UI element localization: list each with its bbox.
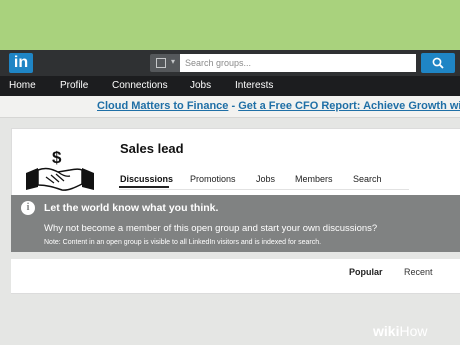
search-button[interactable] bbox=[421, 53, 455, 73]
watermark-how: How bbox=[399, 323, 428, 339]
logo-text: in bbox=[9, 53, 33, 73]
info-icon: i bbox=[21, 201, 35, 215]
groups-icon bbox=[156, 58, 166, 68]
notice-note: Note: Content in an open group is visibl… bbox=[44, 239, 322, 246]
tab-jobs[interactable]: Jobs bbox=[256, 174, 275, 184]
group-name: Sales lead bbox=[120, 141, 184, 156]
handshake-dollar-icon: $ bbox=[26, 148, 94, 191]
tab-promotions[interactable]: Promotions bbox=[190, 174, 236, 184]
ad-offer-link[interactable]: Get a Free CFO Report: Achieve Growth wi… bbox=[238, 100, 460, 112]
sort-recent[interactable]: Recent bbox=[404, 267, 433, 277]
sort-popular[interactable]: Popular bbox=[349, 267, 383, 277]
watermark-wiki: wiki bbox=[373, 323, 400, 339]
top-search-bar: in ▾ bbox=[0, 50, 460, 76]
ad-separator: - bbox=[228, 100, 239, 112]
nav-item-profile[interactable]: Profile bbox=[60, 80, 88, 91]
tab-members[interactable]: Members bbox=[295, 174, 333, 184]
tabs-divider bbox=[119, 189, 409, 190]
active-tab-indicator bbox=[119, 186, 169, 188]
nav-item-home[interactable]: Home bbox=[9, 80, 36, 91]
linkedin-logo[interactable]: in bbox=[9, 53, 33, 73]
chevron-down-icon: ▾ bbox=[171, 57, 176, 66]
ad-text: Cloud Matters to Finance - Get a Free CF… bbox=[97, 100, 460, 112]
search-icon bbox=[432, 57, 444, 69]
notice-message: Why not become a member of this open gro… bbox=[44, 223, 378, 234]
ad-banner: Cloud Matters to Finance - Get a Free CF… bbox=[0, 96, 460, 118]
nav-item-interests[interactable]: Interests bbox=[235, 80, 273, 91]
wikihow-watermark: wikiHow bbox=[373, 323, 427, 339]
svg-text:$: $ bbox=[52, 148, 62, 167]
ad-link[interactable]: Cloud Matters to Finance bbox=[97, 100, 228, 112]
tab-search[interactable]: Search bbox=[353, 174, 382, 184]
linkedin-screen: in ▾ Home Profile Connections Jobs Inter… bbox=[0, 50, 460, 345]
join-group-notice: i Let the world know what you think. Why… bbox=[11, 195, 460, 252]
notice-heading: Let the world know what you think. bbox=[44, 202, 219, 214]
sort-bar: Popular Recent bbox=[11, 259, 460, 294]
main-nav: Home Profile Connections Jobs Interests bbox=[0, 76, 460, 96]
search-input[interactable] bbox=[180, 54, 416, 72]
nav-item-jobs[interactable]: Jobs bbox=[190, 80, 211, 91]
nav-item-connections[interactable]: Connections bbox=[112, 80, 168, 91]
tab-discussions[interactable]: Discussions bbox=[120, 174, 173, 184]
group-logo[interactable]: $ bbox=[24, 145, 108, 197]
search-type-dropdown[interactable]: ▾ bbox=[150, 54, 180, 72]
